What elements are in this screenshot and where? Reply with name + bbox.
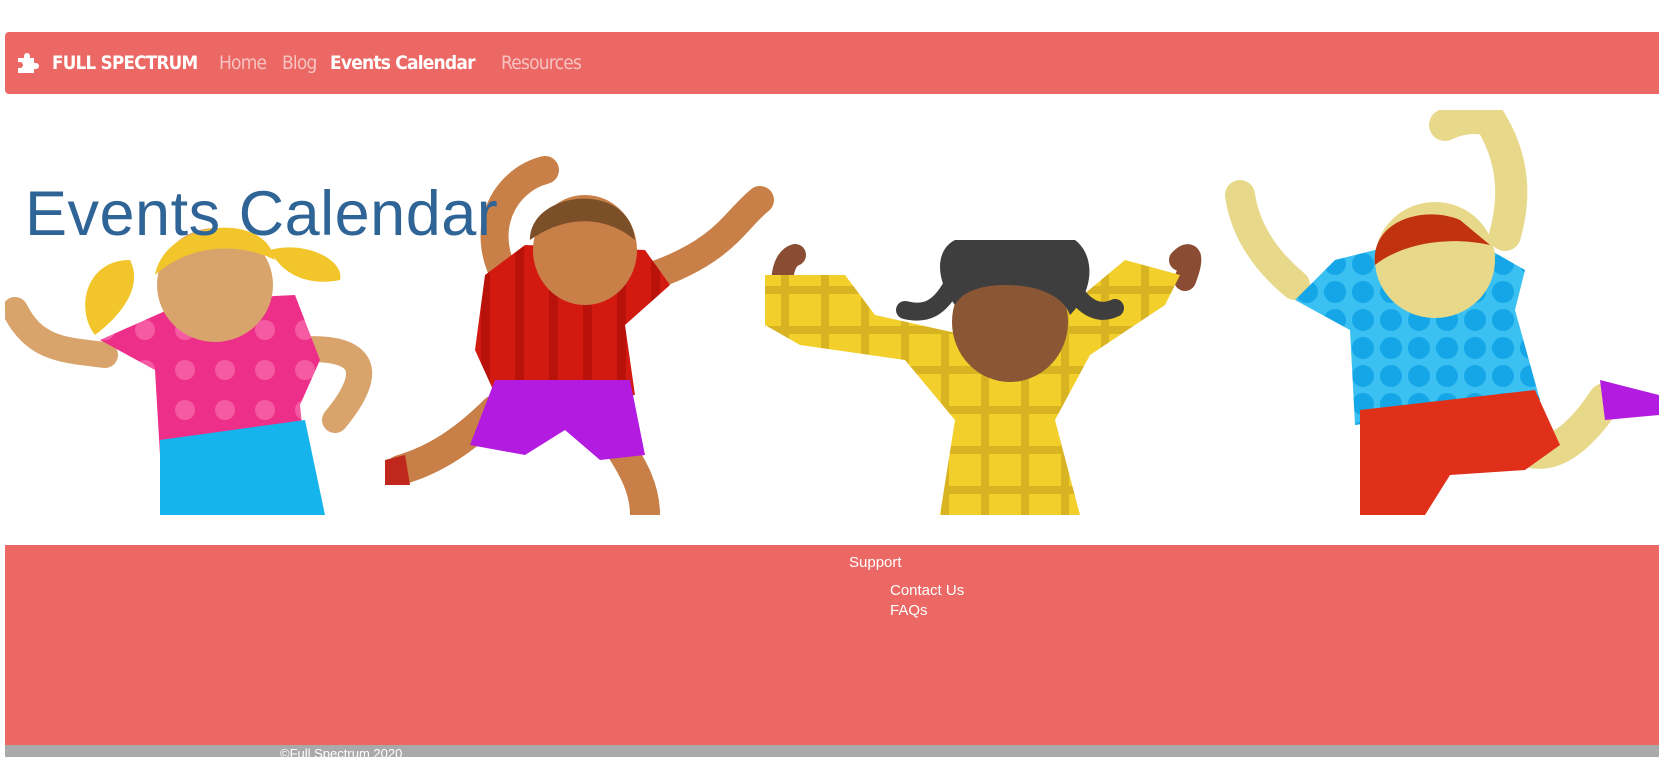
page-title: Events Calendar bbox=[25, 179, 499, 249]
brand-link[interactable]: FULL SPECTRUM bbox=[16, 52, 217, 74]
child-figure bbox=[1225, 110, 1659, 515]
footer-links: Contact Us FAQs bbox=[890, 581, 964, 621]
top-navbar: FULL SPECTRUM Home Blog Events Calendar … bbox=[5, 32, 1659, 94]
child-figure bbox=[765, 240, 1202, 515]
footer-heading-support: Support bbox=[849, 554, 902, 571]
footer: Support Contact Us FAQs bbox=[5, 545, 1659, 745]
copyright-bar: ©Full Spectrum 2020 bbox=[5, 745, 1659, 757]
nav-link-blog[interactable]: Blog bbox=[282, 52, 317, 74]
brand-name: FULL SPECTRUM bbox=[52, 52, 198, 74]
footer-link-faqs[interactable]: FAQs bbox=[890, 601, 964, 621]
footer-link-contact-us[interactable]: Contact Us bbox=[890, 581, 964, 601]
nav-link-events-calendar[interactable]: Events Calendar bbox=[330, 52, 476, 74]
puzzle-piece-icon bbox=[16, 52, 40, 74]
copyright-text: ©Full Spectrum 2020 bbox=[280, 746, 403, 757]
nav-links: Home Blog Events Calendar Resources bbox=[219, 32, 600, 94]
nav-link-resources[interactable]: Resources bbox=[501, 52, 582, 74]
dancing-children-illustration bbox=[5, 110, 1659, 515]
hero-banner bbox=[5, 110, 1659, 515]
child-figure bbox=[5, 227, 372, 515]
nav-link-home[interactable]: Home bbox=[219, 52, 267, 74]
